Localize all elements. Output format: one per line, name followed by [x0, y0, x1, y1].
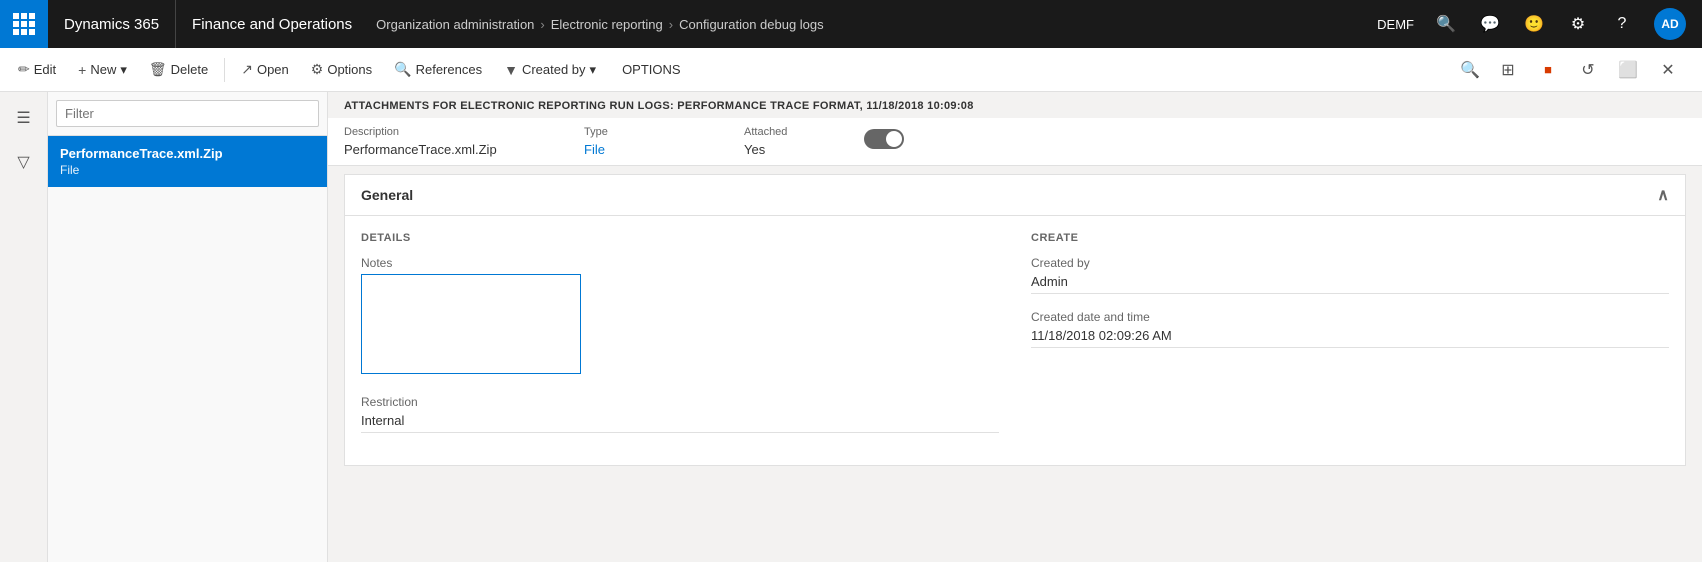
list-panel: PerformanceTrace.xml.Zip File: [48, 92, 328, 562]
toolbar-fullscreen-icon[interactable]: ⬜: [1610, 52, 1646, 88]
type-column: Type File: [584, 126, 744, 157]
options2-button[interactable]: OPTIONS: [612, 52, 691, 88]
restriction-field: Restriction Internal: [361, 395, 999, 433]
feedback-button[interactable]: 🙂: [1514, 0, 1554, 48]
list-item-subtitle: File: [60, 163, 315, 177]
attachment-row: Description PerformanceTrace.xml.Zip Typ…: [328, 118, 1702, 166]
new-chevron-icon: ▾: [120, 62, 127, 78]
sidebar-narrow: ☰ ▽: [0, 92, 48, 562]
top-navigation: Dynamics 365 Finance and Operations Orga…: [0, 0, 1702, 48]
open-label: Open: [257, 62, 289, 77]
edit-icon: ✏: [18, 61, 30, 78]
attached-label: Attached: [744, 126, 864, 138]
details-column: DETAILS Notes Restriction Internal: [361, 232, 999, 449]
options-label: Options: [327, 62, 372, 77]
settings-button[interactable]: ⚙: [1558, 0, 1598, 48]
filter-sidebar-icon[interactable]: ▽: [6, 144, 42, 180]
toolbar-grid-icon[interactable]: ⊞: [1490, 52, 1526, 88]
created-by-label: Created by: [522, 62, 586, 77]
delete-icon: 🗑: [149, 61, 167, 78]
general-body: DETAILS Notes Restriction Internal CREAT…: [345, 216, 1685, 465]
breadcrumb-separator-2: ›: [669, 17, 673, 32]
filter-icon: ▼: [504, 62, 518, 78]
breadcrumb-item-er[interactable]: Electronic reporting: [551, 17, 663, 32]
collapse-icon[interactable]: ∧: [1657, 185, 1669, 205]
attachment-header: ATTACHMENTS FOR ELECTRONIC REPORTING RUN…: [328, 92, 1702, 118]
created-by-chevron-icon: ▾: [590, 62, 597, 78]
notes-textarea[interactable]: [361, 274, 581, 374]
list-item[interactable]: PerformanceTrace.xml.Zip File: [48, 136, 327, 187]
new-icon: +: [78, 62, 86, 78]
new-button[interactable]: + New ▾: [68, 52, 137, 88]
toolbar-close-icon[interactable]: ✕: [1650, 52, 1686, 88]
restriction-label: Restriction: [361, 395, 999, 409]
attached-value: Yes: [744, 142, 864, 157]
create-column: CREATE Created by Admin Created date and…: [1031, 232, 1669, 449]
avatar[interactable]: AD: [1654, 8, 1686, 40]
created-by-label: Created by: [1031, 256, 1669, 270]
toggle-knob: [886, 131, 902, 147]
references-button[interactable]: 🔍 References: [384, 52, 492, 88]
general-section: General ∧ DETAILS Notes Restriction Inte…: [344, 174, 1686, 466]
edit-button[interactable]: ✏ Edit: [8, 52, 66, 88]
brand-finance-operations: Finance and Operations: [176, 16, 368, 33]
delete-button[interactable]: 🗑 Delete: [139, 52, 218, 88]
attached-toggle[interactable]: [864, 129, 904, 149]
chat-button[interactable]: 💬: [1470, 0, 1510, 48]
options-button[interactable]: ⚙ Options: [301, 52, 382, 88]
toolbar-refresh-icon[interactable]: ↺: [1570, 52, 1606, 88]
created-by-field: Created by Admin: [1031, 256, 1669, 294]
toolbar-office-icon[interactable]: ■: [1530, 52, 1566, 88]
references-icon: 🔍: [394, 61, 411, 78]
filter-container: [48, 92, 327, 136]
breadcrumb-item-org[interactable]: Organization administration: [376, 17, 534, 32]
created-date-value: 11/18/2018 02:09:26 AM: [1031, 328, 1669, 348]
search-nav-button[interactable]: 🔍: [1426, 0, 1466, 48]
type-value: File: [584, 142, 744, 157]
nav-right-actions: DEMF 🔍 💬 🙂 ⚙ ? AD: [1369, 0, 1702, 48]
type-label: Type: [584, 126, 744, 138]
open-button[interactable]: ↗ Open: [231, 52, 299, 88]
company-selector[interactable]: DEMF: [1369, 17, 1422, 32]
notes-field: Notes: [361, 256, 999, 379]
toggle-column: [864, 129, 904, 154]
general-title: General: [361, 187, 413, 203]
options2-label: OPTIONS: [622, 62, 681, 77]
breadcrumb-item-config[interactable]: Configuration debug logs: [679, 17, 824, 32]
attached-column: Attached Yes: [744, 126, 864, 157]
create-heading: CREATE: [1031, 232, 1669, 244]
created-date-label: Created date and time: [1031, 310, 1669, 324]
created-by-button[interactable]: ▼ Created by ▾: [494, 52, 606, 88]
breadcrumb-separator-1: ›: [540, 17, 544, 32]
waffle-icon: [13, 13, 35, 35]
description-value: PerformanceTrace.xml.Zip: [344, 142, 584, 157]
main-layout: ☰ ▽ PerformanceTrace.xml.Zip File ATTACH…: [0, 92, 1702, 562]
description-column: Description PerformanceTrace.xml.Zip: [344, 126, 584, 157]
new-label: New: [90, 62, 116, 77]
details-heading: DETAILS: [361, 232, 999, 244]
waffle-button[interactable]: [0, 0, 48, 48]
content-area: ATTACHMENTS FOR ELECTRONIC REPORTING RUN…: [328, 92, 1702, 562]
filter-input[interactable]: [56, 100, 319, 127]
toolbar: ✏ Edit + New ▾ 🗑 Delete ↗ Open ⚙ Options…: [0, 48, 1702, 92]
notes-label: Notes: [361, 256, 999, 270]
toolbar-search-button[interactable]: 🔍: [1452, 56, 1488, 84]
options-icon: ⚙: [311, 61, 324, 78]
brand-dynamics365: Dynamics 365: [48, 0, 176, 48]
restriction-value: Internal: [361, 413, 999, 433]
nav-grid: Dynamics 365 Finance and Operations Orga…: [0, 0, 1702, 48]
help-button[interactable]: ?: [1602, 0, 1642, 48]
list-item-title: PerformanceTrace.xml.Zip: [60, 146, 315, 161]
general-header: General ∧: [345, 175, 1685, 216]
hamburger-icon[interactable]: ☰: [6, 100, 42, 136]
breadcrumb: Organization administration › Electronic…: [368, 17, 1369, 32]
toolbar-separator-1: [224, 58, 225, 82]
edit-label: Edit: [34, 62, 56, 77]
created-by-value: Admin: [1031, 274, 1669, 294]
references-label: References: [416, 62, 482, 77]
open-icon: ↗: [241, 61, 253, 78]
created-date-field: Created date and time 11/18/2018 02:09:2…: [1031, 310, 1669, 348]
delete-label: Delete: [171, 62, 209, 77]
description-label: Description: [344, 126, 584, 138]
